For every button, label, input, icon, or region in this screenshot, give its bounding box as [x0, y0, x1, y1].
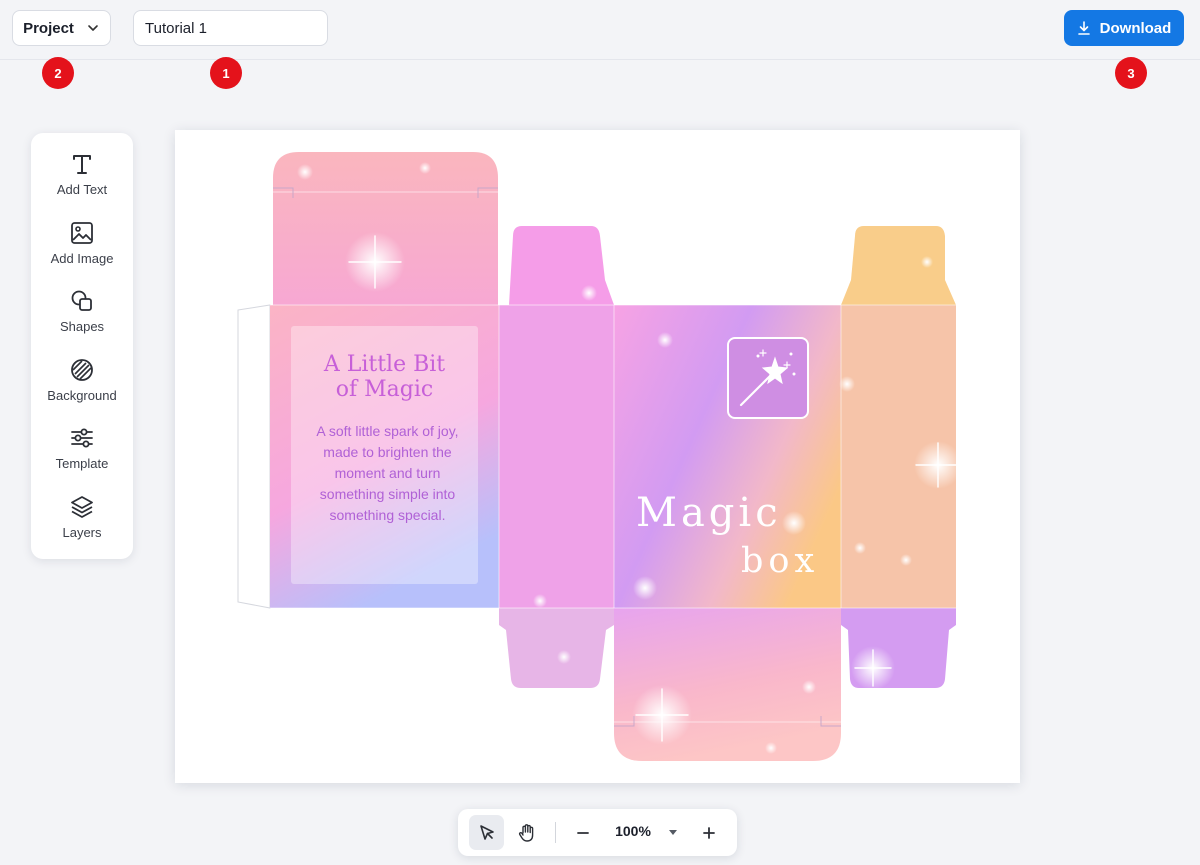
- add-image-tool[interactable]: Add Image: [31, 220, 133, 282]
- chevron-down-icon: [88, 25, 98, 31]
- add-text-tool[interactable]: Add Text: [31, 151, 133, 213]
- front-title-magic[interactable]: Magic: [636, 490, 782, 536]
- select-tool-button[interactable]: [469, 815, 504, 850]
- shapes-icon: [71, 290, 92, 311]
- layers-tool[interactable]: Layers: [31, 494, 133, 556]
- template-label: Template: [55, 456, 109, 471]
- side-title-line-1: A Little Bit: [323, 352, 446, 377]
- hand-icon: [518, 823, 533, 842]
- plus-icon: [702, 826, 715, 839]
- layers-icon: [71, 496, 93, 518]
- project-title-input[interactable]: [133, 10, 328, 46]
- minus-icon: [576, 831, 589, 834]
- background-tool[interactable]: Background: [31, 357, 133, 419]
- zoom-level[interactable]: 100%: [606, 823, 660, 839]
- sliders-icon: [71, 428, 93, 448]
- zoom-caret-down-icon[interactable]: [668, 824, 678, 840]
- download-icon: [1077, 21, 1090, 35]
- background-label: Background: [47, 388, 117, 403]
- text-icon: [73, 155, 91, 174]
- cursor-arrow-icon: [479, 824, 494, 840]
- add-text-label: Add Text: [56, 182, 108, 197]
- top-bar: Project Download: [0, 0, 1200, 60]
- shapes-tool[interactable]: Shapes: [31, 288, 133, 350]
- download-button[interactable]: Download: [1064, 10, 1184, 46]
- zoom-toolbar: 100%: [458, 809, 737, 856]
- design-canvas[interactable]: A Little Bit of Magic A soft little spar…: [175, 130, 1020, 783]
- annotation-badge-1: 1: [210, 57, 242, 89]
- front-title-box[interactable]: box: [741, 541, 819, 581]
- download-label: Download: [1099, 19, 1172, 37]
- side-panel-body-text[interactable]: A soft little spark of joy, made to brig…: [301, 421, 474, 526]
- zoom-bar-divider: [555, 822, 556, 843]
- add-image-label: Add Image: [50, 251, 114, 266]
- side-title-line-2: of Magic: [335, 377, 434, 402]
- side-panel-title[interactable]: A Little Bit of Magic: [291, 352, 478, 402]
- zoom-out-button[interactable]: [565, 815, 600, 850]
- project-menu-button[interactable]: Project: [12, 10, 111, 46]
- template-tool[interactable]: Template: [31, 425, 133, 487]
- annotation-badge-3: 3: [1115, 57, 1147, 89]
- project-menu-label: Project: [23, 19, 74, 37]
- background-icon: [71, 359, 93, 381]
- shapes-label: Shapes: [59, 319, 105, 334]
- pan-tool-button[interactable]: [509, 815, 544, 850]
- image-icon: [71, 222, 93, 244]
- annotation-badge-2: 2: [42, 57, 74, 89]
- layers-label: Layers: [62, 525, 102, 540]
- left-toolbar: Add Text Add Image Shapes Background Tem…: [31, 133, 133, 559]
- zoom-in-button[interactable]: [691, 815, 726, 850]
